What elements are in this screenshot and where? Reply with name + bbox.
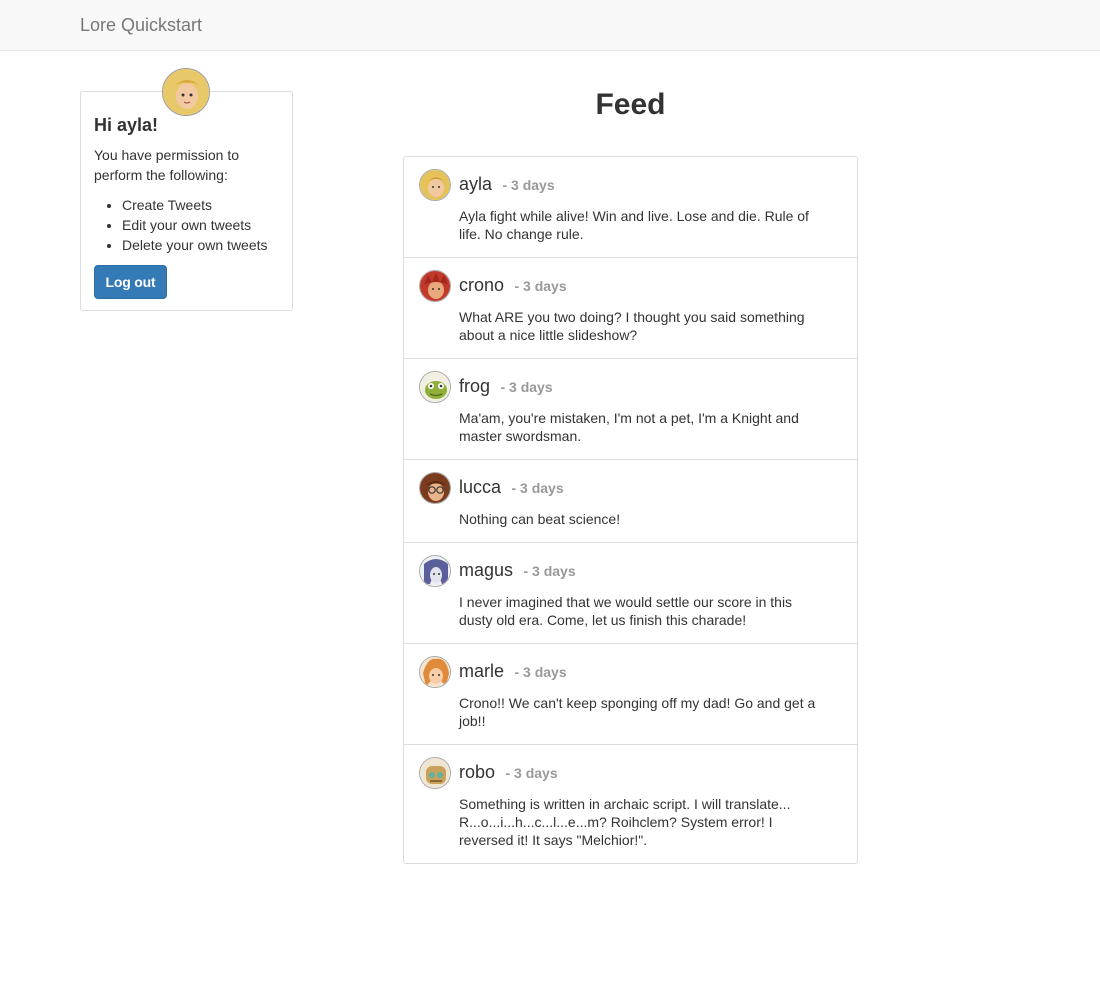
tweet-text: What ARE you two doing? I thought you sa… <box>459 309 805 343</box>
list-item: lucca - 3 days Nothing can beat science! <box>404 459 857 542</box>
avatar <box>419 656 451 688</box>
avatar <box>162 68 210 116</box>
avatar <box>419 371 451 403</box>
avatar <box>419 169 451 201</box>
tweet-text: Nothing can beat science! <box>459 511 621 527</box>
avatar <box>419 555 451 587</box>
tweet-username[interactable]: marle <box>459 661 504 681</box>
feed-list: ayla - 3 days Ayla fight while alive! Wi… <box>403 156 858 864</box>
list-item: crono - 3 days What ARE you two doing? I… <box>404 257 857 358</box>
list-item: robo - 3 days Something is written in ar… <box>404 744 857 863</box>
avatar <box>419 757 451 789</box>
tweet-timestamp: - 3 days <box>500 379 553 395</box>
avatar <box>419 472 451 504</box>
logout-button[interactable]: Log out <box>94 265 167 299</box>
tweet-text: Something is written in archaic script. … <box>459 796 791 848</box>
list-item: frog - 3 days Ma'am, you're mistaken, I'… <box>404 358 857 459</box>
tweet-username[interactable]: magus <box>459 560 513 580</box>
permission-text: You have permission to perform the follo… <box>94 147 240 183</box>
tweet-text: Ma'am, you're mistaken, I'm not a pet, I… <box>459 410 799 444</box>
list-item: Edit your own tweets <box>122 215 268 235</box>
greeting: Hi ayla! <box>94 115 159 135</box>
tweet-timestamp: - 3 days <box>514 664 567 680</box>
tweet-timestamp: - 3 days <box>514 278 567 294</box>
tweet-username[interactable]: crono <box>459 275 504 295</box>
tweet-timestamp: - 3 days <box>505 765 558 781</box>
tweet-text: Crono!! We can't keep sponging off my da… <box>459 695 816 729</box>
list-item: ayla - 3 days Ayla fight while alive! Wi… <box>404 157 857 257</box>
tweet-timestamp: - 3 days <box>523 563 576 579</box>
tweet-username[interactable]: lucca <box>459 477 501 497</box>
brand-link[interactable]: Lore Quickstart <box>80 14 202 36</box>
tweet-timestamp: - 3 days <box>502 177 555 193</box>
list-item: magus - 3 days I never imagined that we … <box>404 542 857 643</box>
navbar: Lore Quickstart <box>0 0 1100 51</box>
tweet-username[interactable]: robo <box>459 762 495 782</box>
permission-list: Create Tweets Edit your own tweets Delet… <box>122 195 268 255</box>
tweet-username[interactable]: frog <box>459 376 490 396</box>
profile-card: Hi ayla! You have permission to perform … <box>80 68 293 311</box>
list-item: Delete your own tweets <box>122 235 268 255</box>
tweet-timestamp: - 3 days <box>511 480 564 496</box>
tweet-username[interactable]: ayla <box>459 174 492 194</box>
page-title: Feed <box>595 88 666 121</box>
list-item: marle - 3 days Crono!! We can't keep spo… <box>404 643 857 744</box>
tweet-text: I never imagined that we would settle ou… <box>459 594 793 628</box>
avatar <box>419 270 451 302</box>
tweet-text: Ayla fight while alive! Win and live. Lo… <box>459 208 809 242</box>
list-item: Create Tweets <box>122 195 268 215</box>
